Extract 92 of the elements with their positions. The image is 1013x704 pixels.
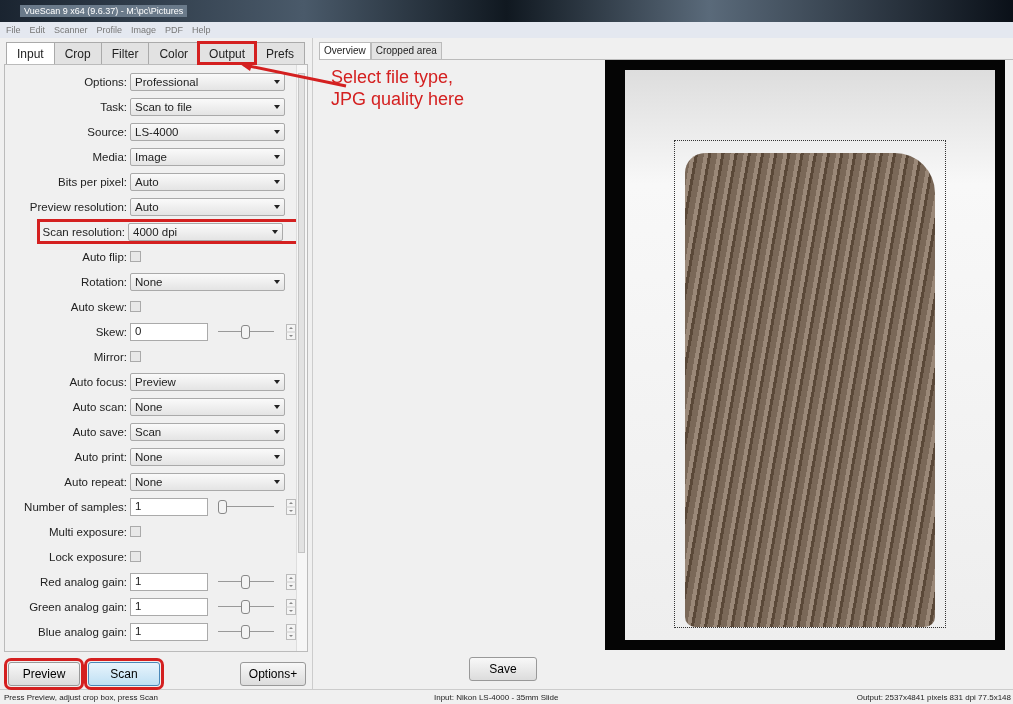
setting-label: Auto focus:: [68, 375, 128, 388]
caret-icon: [274, 104, 280, 109]
dropdown[interactable]: Auto: [130, 197, 285, 216]
caret-icon: [274, 454, 280, 459]
caret-icon: [274, 479, 280, 484]
dropdown[interactable]: Professional: [130, 72, 285, 91]
setting-label: Media:: [91, 150, 128, 163]
setting-label: Task:: [99, 100, 128, 113]
tab[interactable]: Overview: [319, 42, 371, 60]
spinner-icon[interactable]: [286, 598, 296, 615]
checkbox[interactable]: [130, 351, 141, 362]
setting-label: Preview resolution:: [28, 200, 128, 213]
setting-label: Auto skew:: [69, 300, 128, 313]
tab[interactable]: Cropped area: [370, 42, 442, 60]
slider-thumb[interactable]: [241, 324, 250, 339]
caret-icon: [274, 404, 280, 409]
dropdown[interactable]: Image: [130, 147, 285, 166]
setting-label: Green analog gain:: [28, 600, 128, 613]
tab[interactable]: Color: [148, 42, 200, 64]
setting-label: Mirror:: [92, 350, 128, 363]
caret-icon: [272, 229, 278, 234]
tab[interactable]: Output: [198, 42, 257, 64]
input-field[interactable]: 0: [130, 322, 208, 341]
status-text: Input: Nikon LS-4000 - 35mm Slide: [434, 692, 560, 702]
setting-label: Auto flip:: [81, 250, 128, 263]
dropdown[interactable]: None: [130, 472, 285, 491]
spinner-icon[interactable]: [286, 498, 296, 515]
tab[interactable]: Filter: [100, 42, 150, 64]
checkbox[interactable]: [130, 251, 141, 262]
caret-icon: [274, 279, 280, 284]
setting-label: Options:: [83, 75, 128, 88]
setting-label: Source:: [86, 125, 128, 138]
setting-label: Bits per pixel:: [56, 175, 128, 188]
checkbox[interactable]: [130, 301, 141, 312]
input-field[interactable]: 1: [130, 572, 208, 591]
tab[interactable]: Crop: [53, 42, 102, 64]
setting-label: Blue analog gain:: [37, 625, 128, 638]
setting-label: Auto repeat:: [63, 475, 128, 488]
menu-item[interactable]: Help: [192, 25, 211, 35]
dropdown[interactable]: Scan to file: [130, 97, 285, 116]
checkbox[interactable]: [130, 551, 141, 562]
window-title: VueScan 9 x64 (9.6.37) - M:\pc\Pictures: [20, 5, 188, 17]
caret-icon: [274, 429, 280, 434]
dropdown[interactable]: Scan: [130, 422, 285, 441]
setting-label: Red analog gain:: [39, 575, 128, 588]
menu-item[interactable]: File: [6, 25, 21, 35]
spinner-icon[interactable]: [286, 573, 296, 590]
dropdown[interactable]: 4000 dpi: [128, 222, 283, 241]
dropdown[interactable]: None: [130, 397, 285, 416]
menu-item[interactable]: Edit: [29, 25, 46, 35]
spinner-icon[interactable]: [286, 323, 296, 340]
setting-label: Auto save:: [71, 425, 128, 438]
input-field[interactable]: 1: [130, 622, 208, 641]
setting-label: Scan resolution:: [41, 225, 126, 238]
status-text: Output: 2537x4841 pixels 831 dpi 77.5x148: [856, 692, 1012, 702]
annotation-text: Select file type, JPG quality here: [331, 66, 465, 111]
slider-thumb[interactable]: [218, 499, 227, 514]
caret-icon: [274, 129, 280, 134]
tab[interactable]: Prefs: [255, 42, 306, 64]
status-text: Press Preview, adjust crop box, press Scan: [4, 692, 159, 702]
slider-thumb[interactable]: [241, 624, 250, 639]
setting-label: Auto print:: [73, 450, 128, 463]
dropdown[interactable]: LS-4000: [130, 122, 285, 141]
spinner-icon[interactable]: [286, 623, 296, 640]
caret-icon: [274, 79, 280, 84]
slider-thumb[interactable]: [241, 599, 250, 614]
menu-item[interactable]: Scanner: [54, 25, 88, 35]
setting-label: Rotation:: [79, 275, 128, 288]
slider-thumb[interactable]: [241, 574, 250, 589]
caret-icon: [274, 154, 280, 159]
save-button[interactable]: Save: [469, 656, 537, 681]
tab[interactable]: Input: [6, 42, 55, 64]
dropdown[interactable]: Preview: [130, 372, 285, 391]
setting-label: Skew:: [94, 325, 128, 338]
setting-label: Auto scan:: [71, 400, 128, 413]
caret-icon: [274, 379, 280, 384]
dropdown[interactable]: None: [130, 272, 285, 291]
dropdown[interactable]: None: [130, 447, 285, 466]
menu-item[interactable]: Profile: [96, 25, 123, 35]
input-field[interactable]: 1: [130, 497, 208, 516]
setting-label: Multi exposure:: [48, 525, 128, 538]
caret-icon: [274, 179, 280, 184]
caret-icon: [274, 204, 280, 209]
scrollbar[interactable]: [296, 65, 307, 651]
dropdown[interactable]: Auto: [130, 172, 285, 191]
menu-item[interactable]: PDF: [165, 25, 184, 35]
input-field[interactable]: 1: [130, 597, 208, 616]
menu-item[interactable]: Image: [131, 25, 157, 35]
checkbox[interactable]: [130, 526, 141, 537]
setting-label: Number of samples:: [23, 500, 128, 513]
options-button[interactable]: Options+: [240, 662, 306, 686]
setting-label: Lock exposure:: [48, 550, 128, 563]
